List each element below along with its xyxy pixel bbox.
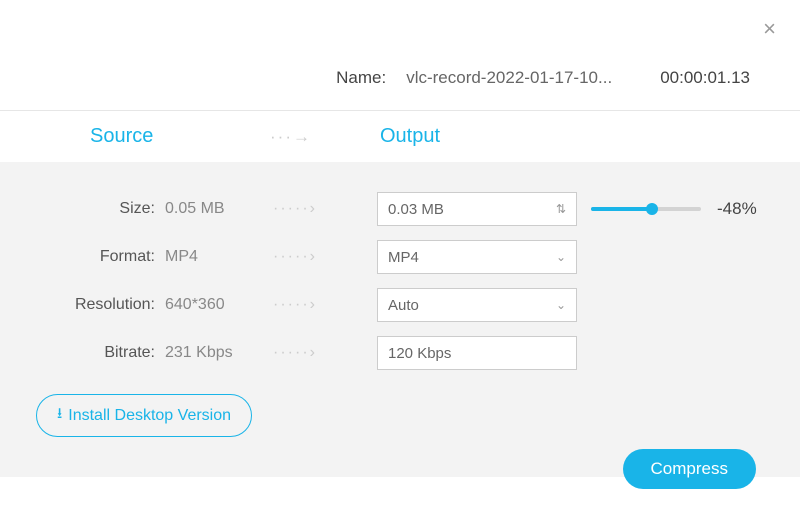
- arrow-icon: ·····›: [273, 248, 377, 266]
- section-headers: Source ···→ Output: [0, 111, 800, 162]
- arrow-icon: ···→: [270, 127, 380, 147]
- duration-value: 00:00:01.13: [636, 68, 750, 88]
- slider-fill: [591, 207, 652, 211]
- close-icon: ×: [763, 16, 776, 41]
- format-source: MP4: [155, 248, 273, 266]
- format-output-select[interactable]: MP4 ⌄: [377, 240, 577, 274]
- format-row: Format: MP4 ·····› MP4 ⌄: [0, 240, 764, 274]
- format-label: Format:: [0, 248, 155, 266]
- bitrate-output-value: 120 Kbps: [388, 345, 451, 362]
- resolution-output-select[interactable]: Auto ⌄: [377, 288, 577, 322]
- size-slider[interactable]: [591, 207, 701, 211]
- size-percent: -48%: [717, 199, 757, 219]
- file-name-row: Name: vlc-record-2022-01-17-10... 00:00:…: [0, 0, 800, 110]
- output-header: Output: [380, 125, 440, 148]
- install-desktop-button[interactable]: ⭳ Install Desktop Version: [36, 394, 252, 437]
- download-icon: ⭳: [57, 403, 62, 428]
- compress-label: Compress: [651, 459, 728, 478]
- arrow-icon: ·····›: [273, 200, 377, 218]
- stepper-icon: ⇅: [556, 202, 566, 216]
- bitrate-output-input[interactable]: 120 Kbps: [377, 336, 577, 370]
- size-slider-group: -48%: [577, 199, 757, 219]
- size-row: Size: 0.05 MB ·····› 0.03 MB ⇅ -48%: [0, 192, 764, 226]
- close-button[interactable]: ×: [763, 18, 776, 40]
- resolution-row: Resolution: 640*360 ·····› Auto ⌄: [0, 288, 764, 322]
- bitrate-source: 231 Kbps: [155, 344, 273, 362]
- bitrate-row: Bitrate: 231 Kbps ·····› 120 Kbps: [0, 336, 764, 370]
- install-label: Install Desktop Version: [68, 407, 231, 425]
- chevron-down-icon: ⌄: [556, 250, 566, 264]
- arrow-icon: ·····›: [273, 344, 377, 362]
- chevron-down-icon: ⌄: [556, 298, 566, 312]
- name-value: vlc-record-2022-01-17-10...: [406, 68, 616, 88]
- slider-thumb[interactable]: [646, 203, 658, 215]
- format-output-value: MP4: [388, 249, 419, 266]
- size-source: 0.05 MB: [155, 200, 273, 218]
- resolution-label: Resolution:: [0, 296, 155, 314]
- resolution-source: 640*360: [155, 296, 273, 314]
- arrow-icon: ·····›: [273, 296, 377, 314]
- size-output-stepper[interactable]: 0.03 MB ⇅: [377, 192, 577, 226]
- source-header: Source: [90, 125, 270, 148]
- name-label: Name:: [336, 68, 386, 88]
- size-label: Size:: [0, 200, 155, 218]
- resolution-output-value: Auto: [388, 297, 419, 314]
- bitrate-label: Bitrate:: [0, 344, 155, 362]
- compress-button[interactable]: Compress: [623, 449, 756, 489]
- size-output-value: 0.03 MB: [388, 201, 444, 218]
- settings-panel: Size: 0.05 MB ·····› 0.03 MB ⇅ -48% Form…: [0, 162, 800, 477]
